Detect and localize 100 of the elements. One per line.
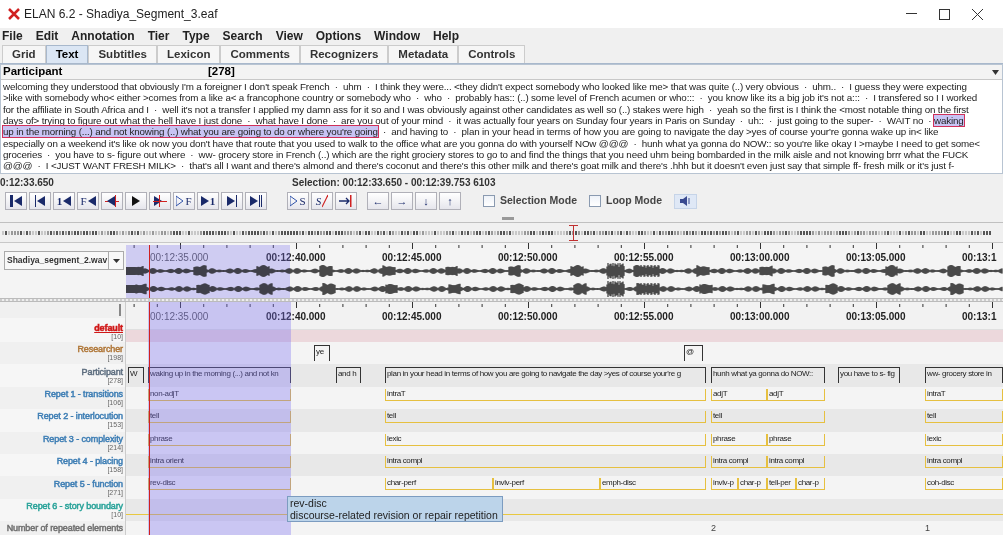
annotation[interactable]: adjT [711,388,767,401]
annotation[interactable]: you have to s- fig [838,367,900,384]
highlighted-transcript-text: up in the morning (...) and not knowing (..) what you are going to do or where you're going [3,126,378,138]
player-button[interactable]: 1 [197,192,219,210]
tab[interactable]: Grid [2,45,46,63]
time-label: 00:13:05.000 [846,311,906,323]
annotation[interactable]: plan in your head in terms of how you are going to navigate the day >yes of course your're g [385,367,706,384]
annotation[interactable]: tell [385,411,706,424]
annotation[interactable]: W [128,367,144,384]
media-file-dropdown[interactable]: Shadiya_segment_2.wav [4,251,124,270]
annotation[interactable]: intra compl [925,455,1003,468]
annotation[interactable]: lexic [925,433,1003,446]
time-label: 00:12:50.000 [498,252,558,264]
annotation[interactable]: invlv-perf [493,478,600,491]
tier-selector[interactable]: Participant [278] [1,65,1002,80]
menu-item[interactable]: Help [433,27,459,45]
annotation[interactable]: tell-per [767,478,796,491]
player-button[interactable] [5,192,27,210]
time-label: 00:13:1 [962,252,997,264]
player-button[interactable] [125,192,147,210]
player-button[interactable] [245,192,267,210]
tooltip-title: rev-disc [290,497,328,509]
annotation[interactable]: phrase [711,433,767,446]
annotation[interactable]: intra compl [767,455,825,468]
annotation[interactable]: char-p [738,478,767,491]
player-button[interactable]: S [287,192,309,210]
menu-item[interactable]: Type [182,27,210,45]
time-label: 00:12:55.000 [614,252,674,264]
minimize-icon[interactable] [906,13,917,15]
tab[interactable]: Comments [220,45,300,63]
step-back-icon [63,194,72,208]
annotation[interactable]: intra compl [385,455,706,468]
navigation-button[interactable]: ↑ [439,192,461,210]
annotation[interactable]: tell [711,411,825,424]
annotation[interactable]: hunh what ya gonna do NOW:: [711,367,825,384]
close-icon[interactable] [972,8,983,20]
annotation[interactable]: emph-disc [600,478,706,491]
annotation[interactable]: coh-disc [925,478,1003,491]
player-button[interactable]: 1 [53,192,75,210]
time-label: 00:12:35.000 [150,252,209,264]
tier-label[interactable]: Repet 1 - transitions [44,388,123,399]
annotation[interactable]: intraT [925,388,1003,401]
tier-label[interactable]: default [94,323,123,333]
annotation[interactable]: ww- grocery store in [925,367,1003,384]
player-button[interactable]: F [77,192,99,210]
time-label: 00:12:40.000 [266,311,326,323]
menu-item[interactable]: Annotation [71,27,135,45]
tier-label[interactable]: Researcher [77,344,123,355]
tab[interactable]: Lexicon [157,45,221,63]
transcript-text: especially on a weekend it's like ok now you don't have that route that you used to walk to the office what are you gonna do with yourself NOw @@@ · hunh what ya gonna do NOW:: so you're like okay I >maybe I need to get some< [3,137,980,149]
annotation[interactable]: char-p [796,478,825,491]
navigation-button[interactable]: ↓ [415,192,437,210]
annotation[interactable]: phrase [767,433,825,446]
annotation[interactable]: char-perf [385,478,493,491]
tier-label[interactable]: Repet 3 - complexity [42,433,123,444]
player-button[interactable] [221,192,243,210]
navigation-button[interactable]: → [391,192,413,210]
tab[interactable]: Recognizers [299,45,389,63]
checkbox[interactable] [483,195,495,207]
annotation[interactable]: and h [336,367,361,384]
annotation[interactable]: 1 [925,523,950,534]
annotation[interactable]: intraT [385,388,706,401]
annotation[interactable]: ye [314,345,330,361]
tier-label[interactable]: Repet 6 - story boundary [26,500,123,511]
tab[interactable]: Subtitles [88,45,157,63]
volume-button[interactable] [674,193,697,209]
annotation[interactable]: intra compl [711,455,767,468]
player-button[interactable]: F [173,192,195,210]
menu-item[interactable]: View [275,27,303,45]
menu-item[interactable]: Window [374,27,420,45]
skip-start-icon [10,194,22,208]
tier-name: Participant [3,64,64,80]
player-button[interactable] [101,192,123,210]
annotation[interactable]: lexic [385,433,706,446]
tab[interactable]: Controls [458,45,526,63]
maximize-icon[interactable] [939,8,950,20]
annotation[interactable]: tell [925,411,1003,424]
checkbox[interactable] [589,195,601,207]
player-button[interactable] [335,192,357,210]
navigation-button[interactable]: ← [367,192,389,210]
annotation[interactable]: invlv-p [711,478,738,491]
tier-label[interactable]: Repet 2 - interlocution [37,411,123,422]
menu-item[interactable]: File [2,27,23,45]
tab[interactable]: Metadata [388,45,459,63]
zoom-slider-thumb[interactable] [502,216,514,220]
menu-item[interactable]: Search [222,27,263,45]
tier-label[interactable]: Participant [81,366,123,377]
tab[interactable]: Text [45,45,89,63]
menu-item[interactable]: Options [315,27,362,45]
player-button[interactable] [149,192,171,210]
tier-label[interactable]: Repet 4 - placing [56,456,123,467]
menu-item[interactable]: Edit [35,27,59,45]
menu-item[interactable]: Tier [147,27,170,45]
tier-label[interactable]: Repet 5 - function [53,478,123,489]
annotation[interactable]: adjT [767,388,825,401]
annotation[interactable]: 2 [711,523,740,534]
player-button[interactable]: S [311,192,333,210]
checkbox-label: Selection Mode [500,193,577,209]
player-button[interactable] [29,192,51,210]
annotation[interactable]: @ [684,345,703,361]
